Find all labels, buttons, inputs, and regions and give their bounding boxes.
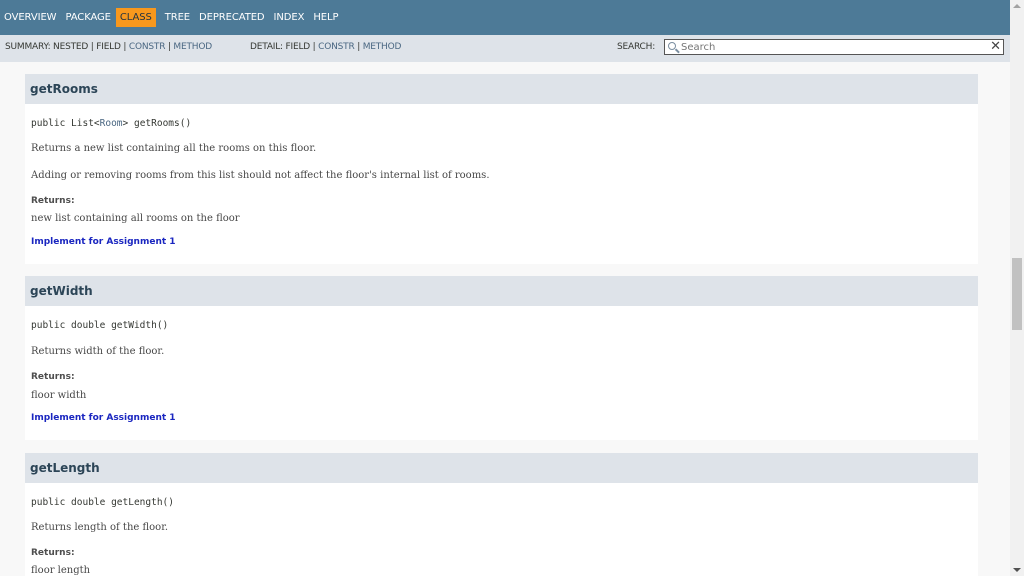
sub-navigation-bar: SUMMARY: NESTED | FIELD | CONSTR | METHO… (0, 35, 1010, 62)
method-heading: getWidth (25, 276, 978, 306)
detail-separator: | (354, 42, 363, 52)
method-detail-getlength: getLength public double getLength() Retu… (25, 453, 978, 576)
signature-suffix: > getRooms() (122, 118, 192, 129)
returns-value: floor length (31, 565, 91, 576)
search-label: SEARCH: (617, 42, 656, 52)
returns-label: Returns: (31, 372, 75, 382)
nav-help[interactable]: HELP (313, 12, 338, 23)
clear-search-icon[interactable]: ✕ (990, 40, 1001, 54)
method-detail-getrooms: getRooms public List<Room> getRooms() Re… (25, 74, 978, 264)
summary-links: SUMMARY: NESTED | FIELD | CONSTR | METHO… (5, 42, 212, 52)
summary-constr-link[interactable]: CONSTR (129, 42, 166, 52)
room-type-link[interactable]: Room (100, 118, 123, 129)
nav-deprecated[interactable]: DEPRECATED (199, 12, 265, 23)
nav-index[interactable]: INDEX (274, 12, 305, 23)
summary-prefix: SUMMARY: NESTED | FIELD | (5, 42, 129, 52)
method-detail-getwidth: getWidth public double getWidth() Return… (25, 276, 978, 440)
detail-links: DETAIL: FIELD | CONSTR | METHOD (250, 42, 401, 52)
summary-method-link[interactable]: METHOD (173, 42, 212, 52)
search-icon (668, 42, 676, 50)
top-navigation-bar: OVERVIEW PACKAGE CLASS TREE DEPRECATED I… (0, 0, 1010, 35)
method-heading: getLength (25, 453, 978, 483)
method-signature: public List<Room> getRooms() (31, 118, 191, 129)
scroll-up-icon[interactable] (1013, 4, 1021, 8)
method-signature: public double getWidth() (31, 320, 169, 331)
implement-link[interactable]: Implement for Assignment 1 (31, 413, 176, 423)
method-heading: getRooms (25, 74, 978, 104)
returns-value: new list containing all rooms on the flo… (31, 213, 240, 224)
signature-prefix: public List< (31, 118, 100, 129)
returns-value: floor width (31, 390, 87, 401)
detail-method-link[interactable]: METHOD (363, 42, 402, 52)
nav-overview[interactable]: OVERVIEW (4, 12, 57, 23)
method-description: Returns width of the floor. (31, 346, 165, 357)
search-box[interactable]: ✕ (664, 39, 1004, 55)
method-signature: public double getLength() (31, 497, 174, 508)
method-description: Returns length of the floor. (31, 522, 169, 533)
scrollbar-thumb[interactable] (1012, 258, 1022, 330)
page-scrollbar[interactable] (1010, 0, 1024, 576)
nav-tree[interactable]: TREE (165, 12, 190, 23)
method-description: Returns a new list containing all the ro… (31, 143, 317, 154)
detail-prefix: DETAIL: FIELD | (250, 42, 319, 52)
scroll-down-icon[interactable] (1013, 568, 1021, 572)
nav-package[interactable]: PACKAGE (65, 12, 111, 23)
returns-label: Returns: (31, 196, 75, 206)
returns-label: Returns: (31, 548, 75, 558)
implement-link[interactable]: Implement for Assignment 1 (31, 237, 176, 247)
detail-constr-link[interactable]: CONSTR (318, 42, 355, 52)
method-description-extra: Adding or removing rooms from this list … (31, 170, 490, 181)
search-input[interactable] (681, 40, 981, 54)
nav-class[interactable]: CLASS (115, 8, 156, 27)
